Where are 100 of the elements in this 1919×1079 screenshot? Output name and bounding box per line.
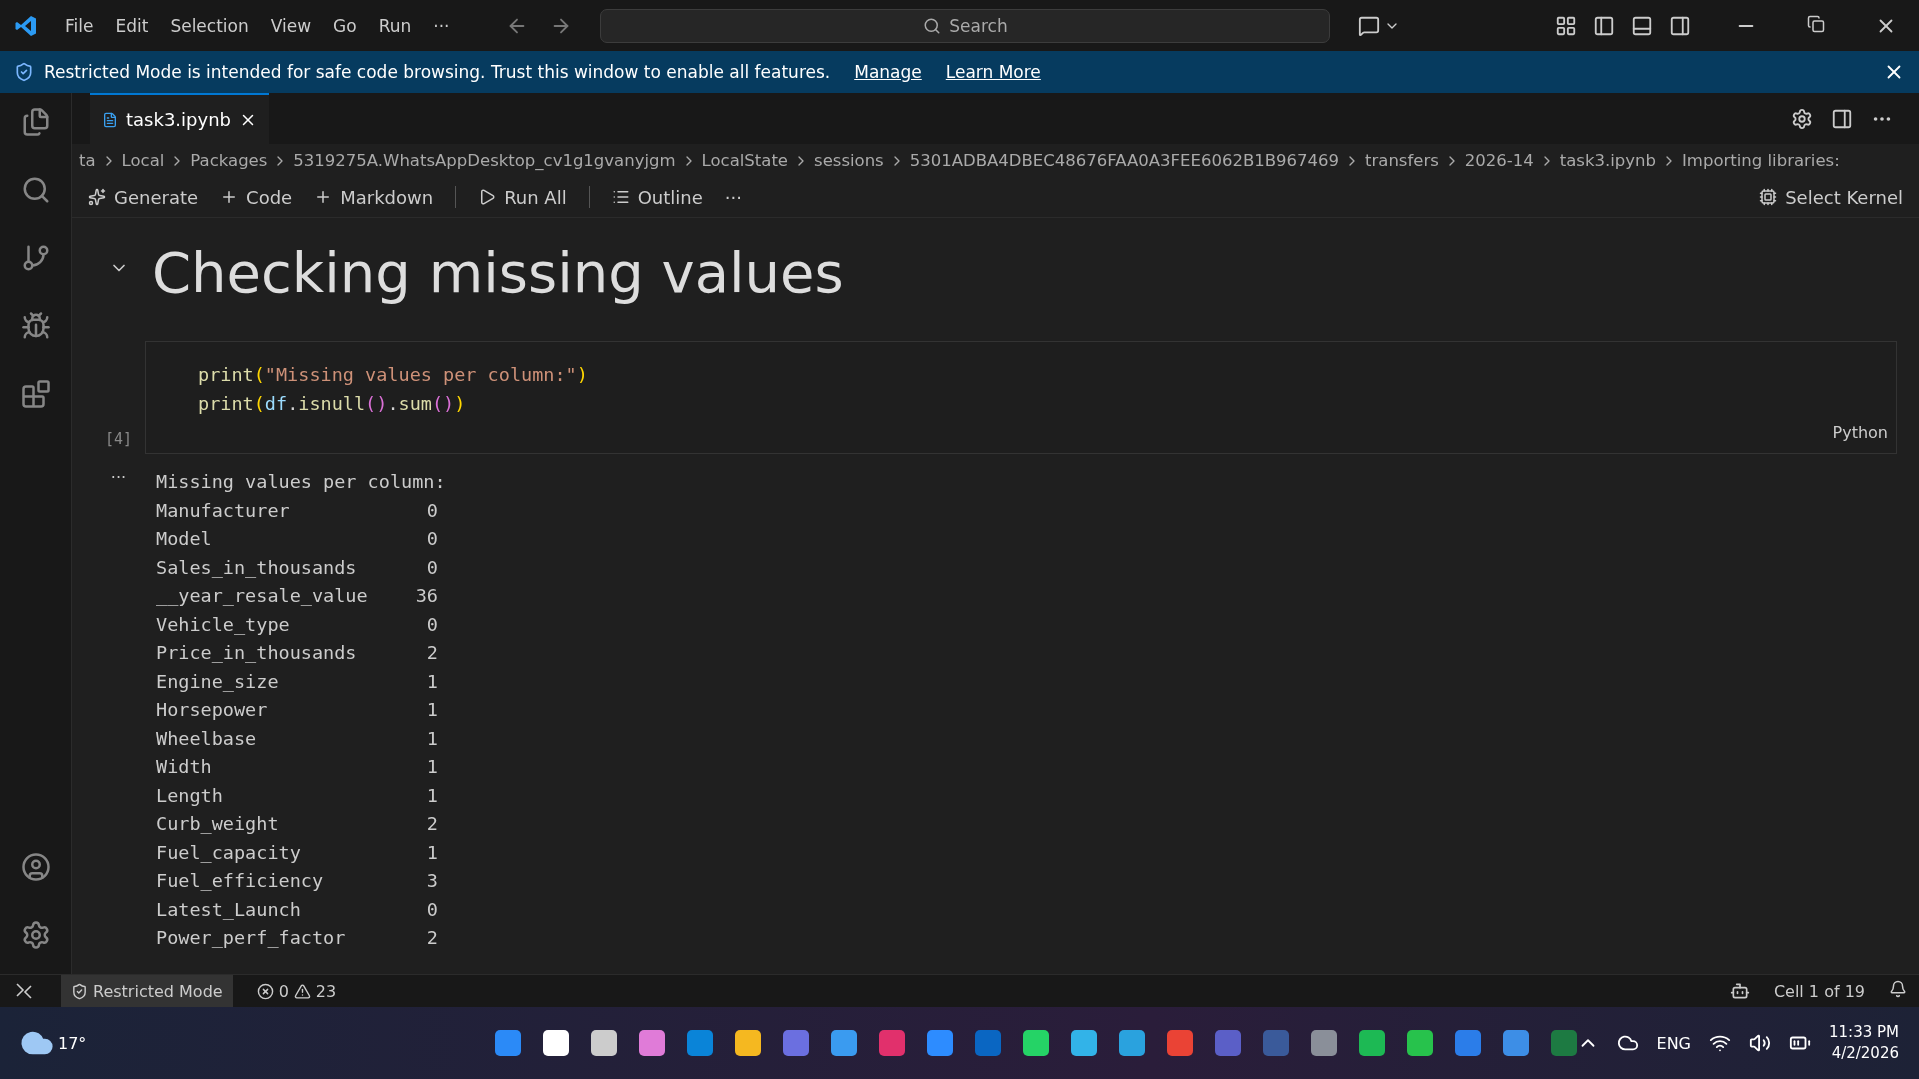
account-icon[interactable] <box>20 852 51 882</box>
panel-left-icon[interactable] <box>1593 14 1615 37</box>
bell-icon[interactable] <box>1889 980 1907 998</box>
layout-icon[interactable] <box>1555 14 1577 37</box>
breadcrumb-item[interactable]: Importing libraries: <box>1677 151 1845 170</box>
output-text: 1 <box>425 755 438 779</box>
menu-item[interactable]: Go <box>324 11 366 40</box>
code-line: print(df.isnull().sum()) <box>198 392 466 416</box>
settings-icon[interactable] <box>20 920 51 950</box>
taskbar-app-icon[interactable] <box>590 1030 617 1056</box>
banner-link[interactable]: Manage <box>854 62 922 82</box>
code-cell[interactable]: print("Missing values per column:") print(df.isnull().sum()) Python <box>145 341 1897 454</box>
shield-icon <box>14 62 34 82</box>
taskbar-app-icon[interactable] <box>734 1030 761 1056</box>
taskbar-app-icon[interactable] <box>542 1030 569 1056</box>
execution-count: [4] <box>104 430 133 448</box>
chat-icon[interactable] <box>1358 14 1381 37</box>
output-text: 1 <box>425 669 438 694</box>
play-icon <box>478 188 497 206</box>
cell-indicator[interactable]: Cell 1 of 19 <box>1763 975 1875 1007</box>
menu-item[interactable]: Run <box>369 11 421 40</box>
taskbar-app-icon[interactable] <box>1022 1030 1049 1056</box>
output-text: Model <box>156 527 213 551</box>
output-text: Missing values per column: <box>156 470 446 494</box>
output-text: 2 <box>425 641 438 665</box>
problems-button[interactable]: 0 23 <box>246 975 347 1007</box>
clock[interactable]: 11:33 PM 4/2/2026 <box>1829 1022 1899 1064</box>
breadcrumb-item[interactable]: 5319275A.WhatsAppDesktop_cv1g1gvanyjgm <box>288 151 681 170</box>
remote-icon <box>15 983 32 999</box>
search-field[interactable]: Search <box>600 8 1331 43</box>
output-text: Latest_Launch <box>156 897 302 922</box>
output-menu[interactable]: ··· <box>92 468 145 953</box>
settings-icon[interactable] <box>1791 107 1813 130</box>
bug-icon[interactable] <box>20 311 51 341</box>
taskbar-app-icon[interactable] <box>1070 1030 1097 1056</box>
output-text: 3 <box>425 869 438 893</box>
breadcrumb-item[interactable]: 2026-14 <box>1459 151 1539 170</box>
output-text: 2 <box>425 926 438 950</box>
breadcrumb-item[interactable]: sessions <box>809 151 889 170</box>
output-text: Width <box>156 755 213 779</box>
toolbar-button[interactable]: Code <box>220 186 293 208</box>
breadcrumb-item[interactable]: 5301ADBA4DBEC48676FAA0A3FEE6062B1B967469 <box>904 151 1345 170</box>
extensions-icon[interactable] <box>20 379 51 409</box>
output-text: Manufacturer <box>156 498 291 523</box>
breadcrumb-item[interactable]: ta <box>74 151 101 170</box>
chip-icon <box>1759 188 1778 206</box>
restore-icon[interactable] <box>1807 14 1825 33</box>
output-text: Fuel_efficiency <box>156 869 325 893</box>
output-text: Vehicle_type <box>156 612 291 637</box>
panel-right-icon[interactable] <box>1669 14 1691 37</box>
toolbar-button[interactable]: Run All <box>478 186 567 208</box>
menu-item[interactable]: ··· <box>424 11 459 40</box>
split-icon[interactable] <box>1831 107 1853 130</box>
restricted-mode-button[interactable]: Restricted Mode <box>61 975 233 1007</box>
output-text: 0 <box>425 527 438 551</box>
breadcrumb-item[interactable]: Packages <box>185 151 273 170</box>
output-text: Curb_weight <box>156 812 280 836</box>
output-text: 1 <box>425 783 438 808</box>
output-text: 0 <box>425 498 438 523</box>
output-text: Engine_size <box>156 669 280 694</box>
output-text: 1 <box>425 726 438 751</box>
app-logo <box>14 13 38 38</box>
temperature[interactable]: 17° <box>58 1033 87 1053</box>
editor-tab[interactable]: task3.ipynb <box>90 93 269 144</box>
output-text: 0 <box>425 612 438 637</box>
breadcrumb-item[interactable]: transfers <box>1360 151 1444 170</box>
output-text: Horsepower <box>156 698 269 722</box>
taskbar-app-icon[interactable] <box>1406 1030 1433 1056</box>
taskbar-app-icon[interactable] <box>1358 1030 1385 1056</box>
language-label[interactable]: Python <box>198 418 1888 447</box>
output-text: 2 <box>425 812 438 836</box>
toolbar-button[interactable]: Generate <box>88 186 199 208</box>
banner-link[interactable]: Learn More <box>945 62 1041 82</box>
shield-icon <box>71 982 88 1000</box>
sparkle-icon <box>88 188 106 206</box>
output-text: Wheelbase <box>156 726 258 751</box>
menu-item[interactable]: File <box>56 11 103 40</box>
language-indicator[interactable]: ENG <box>1656 1033 1691 1053</box>
menu-item[interactable]: Edit <box>106 11 158 40</box>
output-text: Length <box>156 783 224 808</box>
breadcrumb-item[interactable]: LocalState <box>696 151 794 170</box>
error-icon <box>256 982 274 1000</box>
menu-item[interactable]: Selection <box>161 11 258 40</box>
panel-bottom-icon[interactable] <box>1631 14 1653 37</box>
more-button[interactable]: ··· <box>724 186 742 208</box>
search-icon <box>923 16 942 35</box>
breadcrumb-item[interactable]: Local <box>116 151 170 170</box>
notebook-icon <box>102 111 118 128</box>
taskbar-app-icon[interactable] <box>638 1030 665 1056</box>
branch-icon[interactable] <box>20 243 51 273</box>
list-icon <box>611 188 630 206</box>
breadcrumb-item[interactable]: task3.ipynb <box>1554 151 1661 170</box>
code-line: print("Missing values per column:") <box>198 363 588 387</box>
volume-icon[interactable] <box>1749 1032 1771 1054</box>
output-text: Fuel_capacity <box>156 840 302 865</box>
kernel-button[interactable]: Select Kernel <box>1759 186 1903 208</box>
toolbar-button[interactable]: Outline <box>611 186 703 208</box>
menu-item[interactable]: View <box>261 11 321 40</box>
toolbar-button[interactable]: Markdown <box>314 186 434 208</box>
output-text: 1 <box>425 698 438 722</box>
